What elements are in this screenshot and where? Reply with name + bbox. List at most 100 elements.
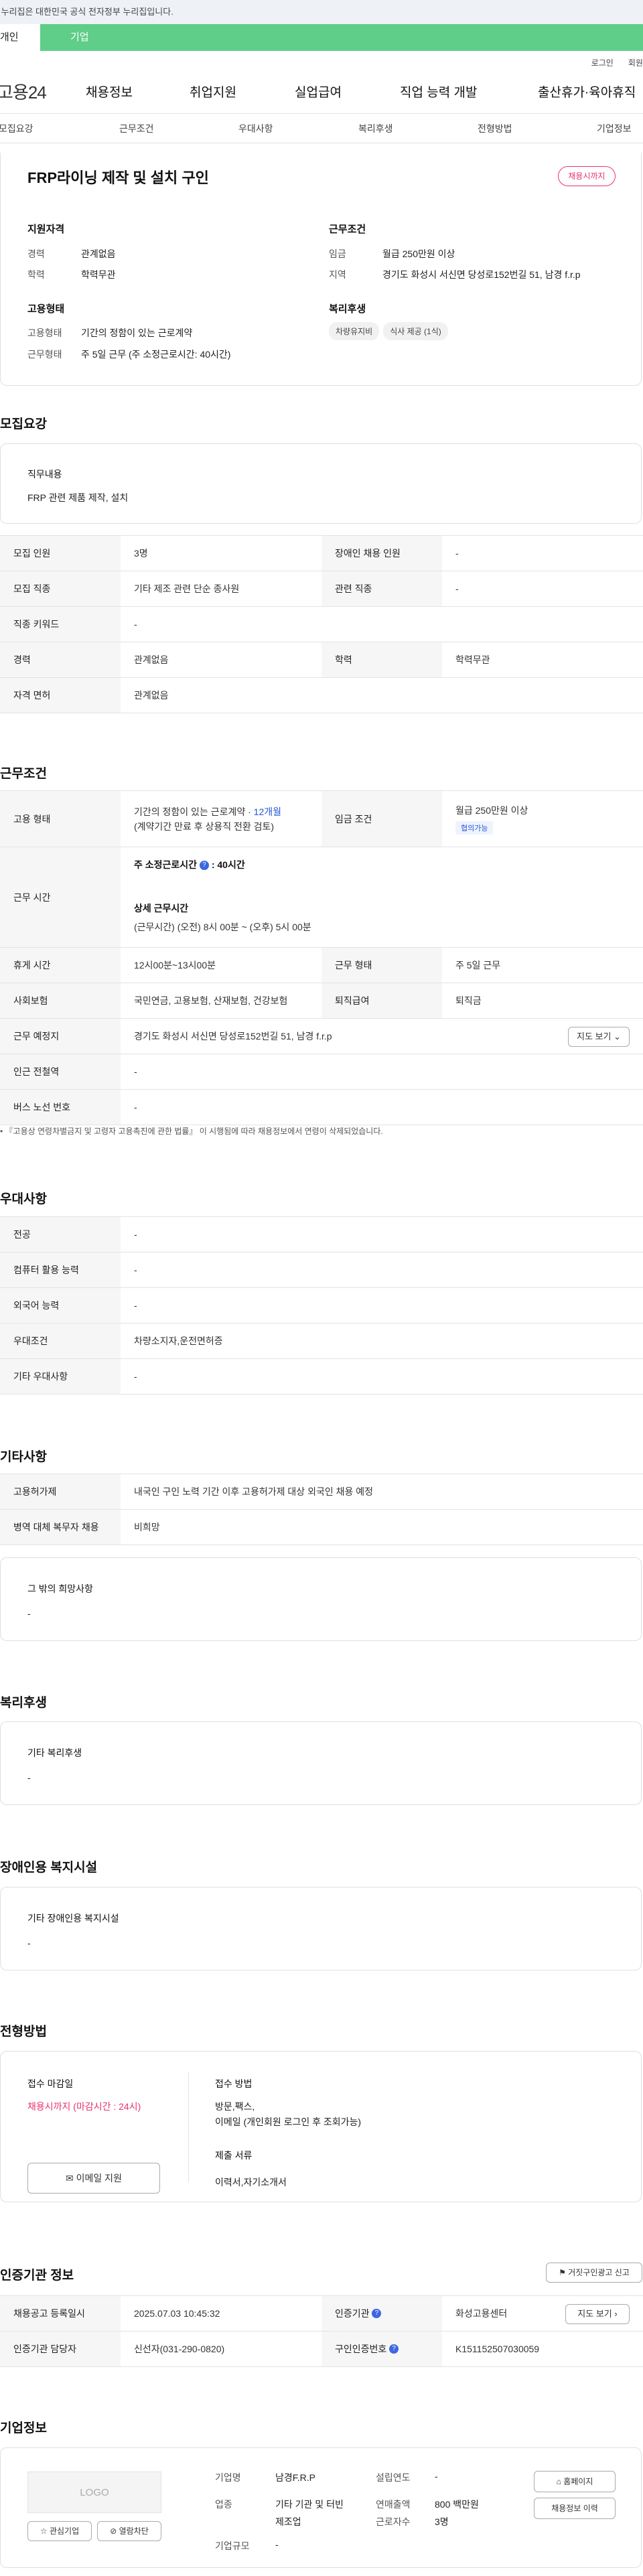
cert-table: 채용공고 등록일시 2025.07.03 10:45:32 인증기관 ? 화성고…: [0, 2295, 643, 2367]
divider: [188, 2072, 189, 2182]
other-title: 그 밖의 희망사항: [27, 1583, 93, 1594]
row-value: 12시00분~13시00분: [134, 960, 216, 971]
method-title: 접수 방법: [215, 2078, 253, 2089]
row-value: 화성고용센터: [455, 2308, 508, 2319]
subnav-welfare[interactable]: 복리후생: [358, 122, 393, 135]
subnav-conditions[interactable]: 근무조건: [119, 122, 154, 135]
tab-company[interactable]: 기업: [40, 24, 643, 51]
help-icon[interactable]: ?: [389, 2344, 399, 2354]
row-label: 병역 대체 복무자 채용: [0, 1510, 121, 1545]
row-value: 비희망: [134, 1522, 160, 1532]
row-value: -: [134, 1066, 137, 1077]
global-nav: 고용24 채용정보 취업지원 실업급여 직업 능력 개발 출산휴가·육아휴직: [0, 70, 643, 114]
disabled-card-title: 기타 장애인용 복지시설: [27, 1913, 119, 1924]
row-label: 채용공고 등록일시: [0, 2296, 121, 2331]
subnav-selection[interactable]: 전형방법: [478, 122, 512, 135]
welfare-card-title: 기타 복리후생: [27, 1747, 82, 1758]
other-value: -: [27, 1608, 31, 1619]
map-button[interactable]: 지도 보기 ⌄: [568, 1027, 630, 1047]
gnb-jobs[interactable]: 채용정보: [86, 82, 133, 100]
block-icon: ⊘: [110, 2526, 117, 2536]
flag-icon: ⚑: [559, 2268, 566, 2277]
row-label: 고용 형태: [0, 791, 121, 847]
table-row: 인근 전철역 -: [0, 1054, 643, 1090]
cert-heading: 인증기관 정보: [0, 2269, 74, 2283]
wage-badge: 협의가능: [455, 820, 494, 835]
report-button[interactable]: ⚑ 거짓구인광고 신고: [546, 2263, 642, 2283]
welfare-card-value: -: [27, 1772, 31, 1783]
wage-value: 월급 250만원 이상: [455, 804, 528, 816]
row-label: 버스 노선 번호: [0, 1090, 121, 1125]
size-label: 기업규모: [215, 2541, 250, 2551]
site-logo[interactable]: 고용24: [0, 79, 83, 104]
row-value: 관계없음: [134, 690, 169, 701]
industry-label: 업종: [215, 2499, 232, 2510]
homepage-button[interactable]: ⌂ 홈페이지: [534, 2471, 616, 2492]
row-value: -: [455, 583, 459, 594]
sales-label: 연매출액: [376, 2499, 411, 2510]
table-row: 휴게 시간 12시00분~13시00분 근무 형태 주 5일 근무: [0, 948, 643, 983]
row-value: -: [134, 619, 137, 630]
gnb-training[interactable]: 직업 능력 개발: [400, 82, 477, 100]
row-label: 근무 시간: [0, 847, 121, 947]
row-value: -: [134, 1300, 137, 1311]
row-value: -: [134, 1102, 137, 1113]
row-label: 전공: [0, 1217, 121, 1252]
block-company-button[interactable]: ⊘ 열람차단: [97, 2521, 161, 2541]
row-label: 기타 우대사항: [0, 1359, 121, 1394]
docs-title: 제출 서류: [215, 2150, 253, 2161]
row-label: 자격 면허: [0, 678, 121, 713]
hours-label: 근무형태: [27, 349, 62, 360]
agency-map-button[interactable]: 지도 보기 ›: [565, 2304, 630, 2324]
deadline-title: 접수 마감일: [27, 2078, 74, 2089]
sub-nav: 모집요강 근무조건 우대사항 복리후생 전형방법 기업정보: [0, 114, 643, 143]
login-link[interactable]: 로그인: [591, 58, 614, 68]
subnav-recruit[interactable]: 모집요강: [0, 122, 33, 135]
emptype-value: 기간의 정함이 있는 근로계약: [81, 328, 193, 338]
conditions-table: 고용 형태 기간의 정함이 있는 근로계약 · 12개월 (계약기간 만료 후 …: [0, 790, 643, 1125]
row-value: 주 소정근로시간 ? : 40시간 상세 근무시간 (근무시간) (오전) 8시…: [121, 847, 311, 947]
table-row: 고용허가제 내국인 구인 노력 기간 이후 고용허가제 대상 외국인 채용 예정: [0, 1474, 643, 1510]
disabled-card: 기타 장애인용 복지시설 -: [0, 1887, 642, 1971]
help-icon[interactable]: ?: [199, 861, 209, 871]
row-label: 인근 전철역: [0, 1054, 121, 1089]
mail-icon: ✉: [66, 2173, 74, 2184]
fav-company-button[interactable]: ☆ 관심기업: [27, 2521, 92, 2541]
emp-period-link[interactable]: 12개월: [254, 806, 281, 817]
row-value: 국민연금, 고용보험, 산재보험, 건강보험: [134, 995, 288, 1006]
row-value: 학력무관: [455, 654, 490, 665]
gnb-unemployment[interactable]: 실업급여: [295, 82, 342, 100]
row-label: 관련 직종: [322, 571, 442, 606]
help-icon[interactable]: ?: [372, 2309, 382, 2318]
row-value: 경기도 화성시 서신면 당성로152번길 51, 남경 f.r.p: [134, 1031, 332, 1042]
company-logo: LOGO: [27, 2472, 161, 2513]
table-row: 버스 노선 번호 -: [0, 1090, 643, 1125]
row-label: 근무 예정지: [0, 1019, 121, 1054]
etc-table: 고용허가제 내국인 구인 노력 기간 이후 고용허가제 대상 외국인 채용 예정 …: [0, 1474, 643, 1545]
disabled-heading: 장애인용 복지시설: [0, 1861, 98, 1875]
row-label: 학력: [322, 642, 442, 677]
gnb-support[interactable]: 취업지원: [190, 82, 236, 100]
region-label: 지역: [329, 269, 346, 280]
gnb-leave[interactable]: 출산휴가·육아휴직: [538, 82, 636, 100]
email-apply-button[interactable]: ✉ 이메일 지원: [27, 2163, 160, 2194]
industry-value-2: 제조업: [275, 2516, 301, 2527]
row-value: 주 5일 근무: [455, 960, 501, 971]
row-value: 2025.07.03 10:45:32: [134, 2308, 220, 2319]
emp-value: 기간의 정함이 있는 근로계약 ·: [134, 806, 254, 817]
subnav-prefs[interactable]: 우대사항: [238, 122, 273, 135]
table-row: 사회보험 국민연금, 고용보험, 산재보험, 건강보험 퇴직급여 퇴직금: [0, 983, 643, 1019]
recruit-heading: 모집요강: [0, 417, 47, 431]
recruit-table: 모집 인원 3명 장애인 채용 인원 - 모집 직종 기타 제조 관련 단순 종…: [0, 535, 643, 713]
tab-personal[interactable]: 개인: [0, 24, 40, 51]
table-row: 컴퓨터 활용 능력 -: [0, 1253, 643, 1288]
row-label: 컴퓨터 활용 능력: [0, 1253, 121, 1287]
table-row: 우대조건 차량소지자,운전면허증: [0, 1323, 643, 1359]
sales-value: 800 백만원: [435, 2499, 479, 2510]
selection-card: 접수 마감일 채용시까지 (마감시간 : 24시) ✉ 이메일 지원 접수 방법…: [0, 2051, 642, 2202]
deadline-button[interactable]: 채용시까지: [558, 166, 616, 186]
signup-link[interactable]: 회원가입: [628, 58, 643, 68]
history-button[interactable]: 채용정보 이력: [534, 2498, 616, 2519]
subnav-company[interactable]: 기업정보: [597, 122, 632, 135]
row-value: 신선자(031-290-0820): [134, 2344, 225, 2354]
